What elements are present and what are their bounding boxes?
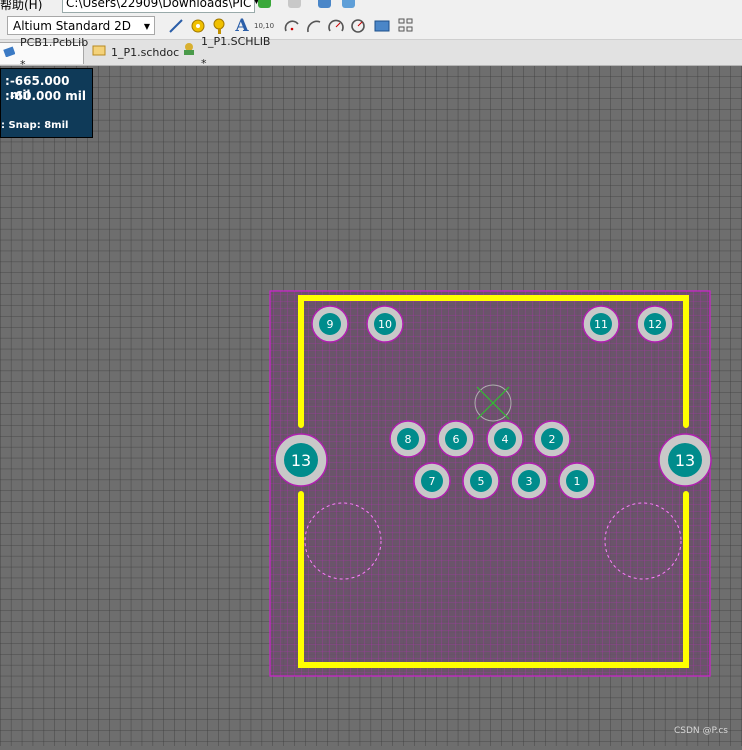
pad-label: 9 <box>327 318 334 331</box>
pad-label: 6 <box>453 433 460 446</box>
pad-10[interactable]: 10 <box>366 305 404 343</box>
pad-12[interactable]: 12 <box>636 305 674 343</box>
stop-icon[interactable] <box>288 0 301 8</box>
line-tool-icon[interactable] <box>166 16 186 36</box>
pad-13[interactable]: 13 <box>658 433 712 487</box>
pad-label: 2 <box>549 433 556 446</box>
pcb-canvas-svg[interactable]: 9 10 11 12 8 6 4 2 7 5 3 1 13 13 <box>0 66 742 746</box>
arc-center-icon[interactable] <box>282 16 302 36</box>
pad-9[interactable]: 9 <box>311 305 349 343</box>
schematic-icon <box>92 42 106 64</box>
pad-2[interactable]: 2 <box>533 420 571 458</box>
pad-8[interactable]: 8 <box>389 420 427 458</box>
full-circle-icon[interactable] <box>348 16 368 36</box>
tab-schdoc[interactable]: 1_P1.schdoc <box>86 42 180 64</box>
pad-label: 11 <box>594 318 608 331</box>
tab-pcb1-pcblib[interactable]: PCB1.PcbLib * <box>0 36 88 71</box>
fill-tool-icon[interactable] <box>372 16 392 36</box>
pcb-canvas[interactable]: 9 10 11 12 8 6 4 2 7 5 3 1 13 13 <box>0 66 742 746</box>
pad-label: 1 <box>574 475 581 488</box>
pad-7[interactable]: 7 <box>413 462 451 500</box>
go-icon[interactable] <box>258 0 271 8</box>
pad-3[interactable]: 3 <box>510 462 548 500</box>
pad-11[interactable]: 11 <box>582 305 620 343</box>
hud-y-row: : -60.000 mil <box>5 89 86 103</box>
menu-strip: 帮助(H) C:\Users\22909\Downloads\PIC ▼ <box>0 0 742 14</box>
path-field[interactable]: C:\Users\22909\Downloads\PIC <box>62 0 255 13</box>
coordinate-hud: : -665.000 mil : -60.000 mil : Snap: 8mi… <box>0 68 93 138</box>
hud-snap: : Snap: 8mil <box>1 120 69 131</box>
pad-label: 7 <box>429 475 436 488</box>
tab-schlib[interactable]: 1_P1.SCHLIB * <box>176 35 276 70</box>
array-paste-icon[interactable] <box>396 16 416 36</box>
hud-y-value: -60.000 mil <box>9 89 87 103</box>
pad-label: 10 <box>378 318 392 331</box>
pad-5[interactable]: 5 <box>462 462 500 500</box>
arc-edge-icon[interactable] <box>304 16 324 36</box>
pad-1[interactable]: 1 <box>558 462 596 500</box>
pad-13[interactable]: 13 <box>274 433 328 487</box>
home-icon[interactable] <box>318 0 331 8</box>
watermark: CSDN @P.cs <box>673 726 728 736</box>
schlib-icon <box>182 42 196 64</box>
help-menu[interactable]: 帮助(H) <box>0 0 42 13</box>
pcb-icon <box>3 43 16 65</box>
tab-label: 1_P1.schdoc <box>111 46 180 59</box>
pad-6[interactable]: 6 <box>437 420 475 458</box>
arc-any-icon[interactable] <box>326 16 346 36</box>
pad-label: 13 <box>291 451 311 470</box>
pad-label: 13 <box>675 451 695 470</box>
pad-label: 8 <box>405 433 412 446</box>
pad-label: 4 <box>502 433 509 446</box>
favorite-icon[interactable] <box>342 0 355 8</box>
pad-4[interactable]: 4 <box>486 420 524 458</box>
pad-label: 3 <box>526 475 533 488</box>
pad-label: 5 <box>478 475 485 488</box>
pad-label: 12 <box>648 318 662 331</box>
document-tabs: PCB1.PcbLib * 1_P1.schdoc 1_P1.SCHLIB * <box>0 35 742 71</box>
coord-badge: 10,10 <box>253 22 275 30</box>
pcb-toolbar: Altium Standard 2D ▼ A 10,10 <box>0 13 742 40</box>
chevron-down-icon: ▼ <box>143 22 150 31</box>
